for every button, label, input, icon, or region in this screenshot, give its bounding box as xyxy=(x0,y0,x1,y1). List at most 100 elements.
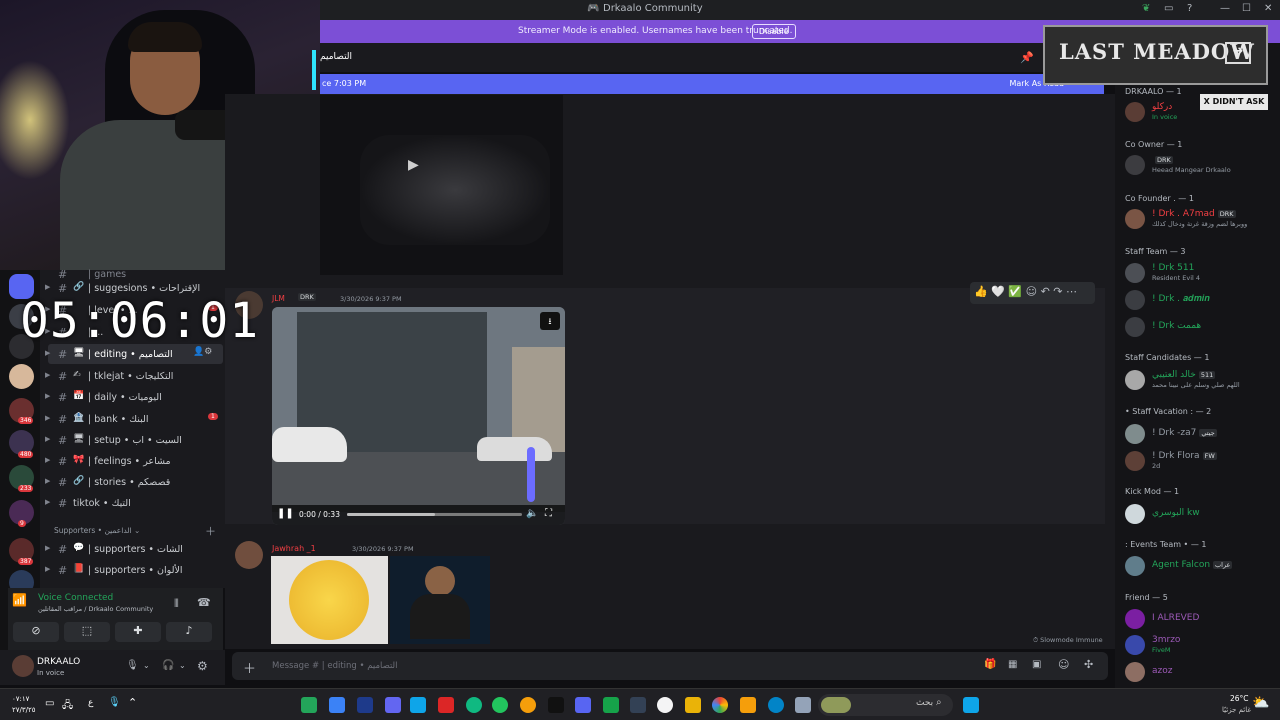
search-box[interactable]: بحث ⌕ xyxy=(818,694,953,716)
category-supporters[interactable]: Supporters • الداعمين ⌄ xyxy=(54,526,140,535)
store-icon[interactable] xyxy=(740,697,756,713)
help-icon[interactable]: ? xyxy=(1187,3,1192,14)
message-input[interactable]: ＋ Message # | editing • التصاميم 🎁 ▦ ▣ ☺… xyxy=(232,652,1108,680)
member-item[interactable]: ! Drk هممت xyxy=(1121,315,1280,339)
member-item[interactable]: البوسري kw xyxy=(1121,502,1280,526)
network-icon[interactable]: 🖧 xyxy=(62,698,73,715)
sticker-icon[interactable]: ▣ xyxy=(1032,659,1041,670)
add-attachment-icon[interactable]: ＋ xyxy=(243,658,256,677)
leaf-icon[interactable]: ❦ xyxy=(1142,3,1150,14)
previous-video-attachment[interactable]: ▶ xyxy=(320,95,563,275)
pin-icon[interactable]: 📌 xyxy=(1020,51,1034,64)
headphones-icon[interactable]: 🎧 xyxy=(162,660,174,671)
edge-icon[interactable] xyxy=(768,697,784,713)
app-icon[interactable] xyxy=(385,697,401,713)
user-name[interactable]: DRKAALO xyxy=(37,657,80,667)
reply-icon[interactable]: ↶ xyxy=(1041,285,1050,298)
heart-icon[interactable]: 🤍 xyxy=(991,285,1005,298)
language-icon[interactable]: ع xyxy=(88,698,93,708)
app-icon[interactable] xyxy=(630,697,646,713)
screen-share-button[interactable]: ⬚ xyxy=(64,622,110,642)
channel-item[interactable]: ▶ # 🔗 | stories • قصصكم xyxy=(45,472,223,492)
app-icon[interactable] xyxy=(548,697,564,713)
channel-item[interactable]: ▶ # 🎀 | feelings • مشاعر xyxy=(45,451,223,471)
disconnect-icon[interactable]: ☎ xyxy=(197,596,211,609)
new-messages-bar[interactable]: ce 7:03 PM Mark As Read xyxy=(320,74,1104,94)
voice-status[interactable]: Voice Connected xyxy=(38,593,113,603)
download-icon[interactable]: ⭳ xyxy=(540,312,560,330)
camera-off-button[interactable]: ⊘ xyxy=(13,622,59,642)
forward-icon[interactable]: ↷ xyxy=(1053,285,1062,298)
last-meadow-banner[interactable]: LAST MEADOW ➜ xyxy=(1043,25,1268,85)
add-reaction-icon[interactable]: ☺ xyxy=(1026,285,1037,298)
inbox-icon[interactable]: ▭ xyxy=(1164,3,1173,14)
avatar[interactable] xyxy=(235,541,263,569)
app-icon[interactable] xyxy=(657,697,673,713)
gift-icon[interactable]: 🎁 xyxy=(984,659,996,670)
disable-button[interactable]: Disable xyxy=(752,24,796,39)
message-author[interactable]: Jawhrah _1 xyxy=(272,544,316,553)
notification-icon[interactable]: ▭ xyxy=(45,698,54,709)
volume-slider[interactable] xyxy=(527,447,535,502)
image-attachment-person[interactable] xyxy=(390,556,490,644)
clock-date[interactable]: ٢٧/٣/٢٥ xyxy=(12,706,36,714)
video-seek-bar[interactable] xyxy=(347,513,522,516)
member-item[interactable]: Agent Falcon عراب xyxy=(1121,554,1280,578)
check-icon[interactable]: ✅ xyxy=(1008,285,1022,298)
member-item[interactable]: DRK Heead Mangear Drkaalo xyxy=(1121,153,1280,177)
message-author[interactable]: JLM xyxy=(272,294,285,303)
app-icon[interactable] xyxy=(603,697,619,713)
discord-icon[interactable] xyxy=(575,697,591,713)
app-icon[interactable] xyxy=(301,697,317,713)
app-icon[interactable] xyxy=(712,697,728,713)
app-icon[interactable] xyxy=(466,697,482,713)
member-item[interactable]: 3mrzo FiveM xyxy=(1121,633,1280,657)
channel-item[interactable]: ▶ # 🖥 | setup • السيت • اب xyxy=(45,430,223,450)
app-icon[interactable] xyxy=(438,697,454,713)
member-item[interactable]: ! Drk -za7 جيتي xyxy=(1121,422,1280,446)
weather-desc[interactable]: غائم جزئيًا xyxy=(1222,706,1251,714)
weather-temp[interactable]: 26°C xyxy=(1230,694,1249,703)
fullscreen-icon[interactable]: ⛶ xyxy=(545,508,552,519)
avatar[interactable] xyxy=(12,655,34,677)
pause-icon[interactable]: ❚❚ xyxy=(277,508,294,519)
emoji-icon[interactable]: ☺ xyxy=(1058,658,1069,671)
video-attachment[interactable]: ⭳ ❚❚ 0:00 / 0:33 🔈 ⛶ xyxy=(272,307,565,525)
member-item[interactable]: ! Drk 511 Resident Evil 4 xyxy=(1121,261,1280,285)
member-item[interactable]: I ALREVED xyxy=(1121,607,1280,631)
maximize-icon[interactable]: ☐ xyxy=(1242,3,1251,14)
telegram-icon[interactable] xyxy=(410,697,426,713)
more-icon[interactable]: ⋯ xyxy=(1066,285,1077,298)
member-item[interactable]: ! Drk . 𝒂𝒅𝒎𝒊𝒏 xyxy=(1121,288,1280,312)
settings-icon[interactable]: ⚙ xyxy=(197,659,208,673)
arrow-right-icon[interactable]: ➜ xyxy=(1225,42,1251,64)
start-icon[interactable] xyxy=(963,697,979,713)
server-icon[interactable] xyxy=(9,364,34,389)
app-icon[interactable] xyxy=(795,697,811,713)
app-icon[interactable] xyxy=(329,697,345,713)
voice-signal-icon[interactable]: 📶 xyxy=(12,593,27,607)
microphone-icon[interactable]: 🎙 xyxy=(126,660,139,671)
mute-icon[interactable]: 🔈 xyxy=(526,508,538,519)
noise-suppression-icon[interactable]: ⦀ xyxy=(174,597,179,611)
thumbs-up-icon[interactable]: 👍 xyxy=(974,285,988,298)
whatsapp-icon[interactable] xyxy=(492,697,508,713)
chevron-down-icon[interactable]: ⌄ xyxy=(179,661,186,670)
chrome-icon[interactable] xyxy=(520,697,536,713)
channel-item[interactable]: ▶ # 🏦 | bank • البنك 1 xyxy=(45,409,223,429)
play-icon[interactable]: ▶ xyxy=(408,157,419,173)
shield-app-icon[interactable] xyxy=(357,697,373,713)
channel-item[interactable]: ▶ # 📕 | supporters • الألوان xyxy=(45,560,223,580)
weather-icon[interactable]: ⛅ xyxy=(1252,695,1269,711)
file-explorer-icon[interactable] xyxy=(685,697,701,713)
clock-time[interactable]: ٠٧:١٧ xyxy=(12,695,29,703)
channel-item[interactable]: ▶ # tiktok • التيك xyxy=(45,493,223,513)
minimize-icon[interactable]: — xyxy=(1220,3,1230,14)
chevron-up-icon[interactable]: ⌃ xyxy=(128,696,137,709)
activities-button[interactable]: ✚ xyxy=(115,622,161,642)
image-attachment-emoji[interactable] xyxy=(271,556,388,644)
member-item[interactable]: azoz xyxy=(1121,660,1280,684)
gif-icon[interactable]: ▦ xyxy=(1008,659,1017,670)
channel-item[interactable]: ▶ # ✍ | tklejat • التكليجات xyxy=(45,366,223,386)
chevron-down-icon[interactable]: ⌄ xyxy=(143,661,150,670)
